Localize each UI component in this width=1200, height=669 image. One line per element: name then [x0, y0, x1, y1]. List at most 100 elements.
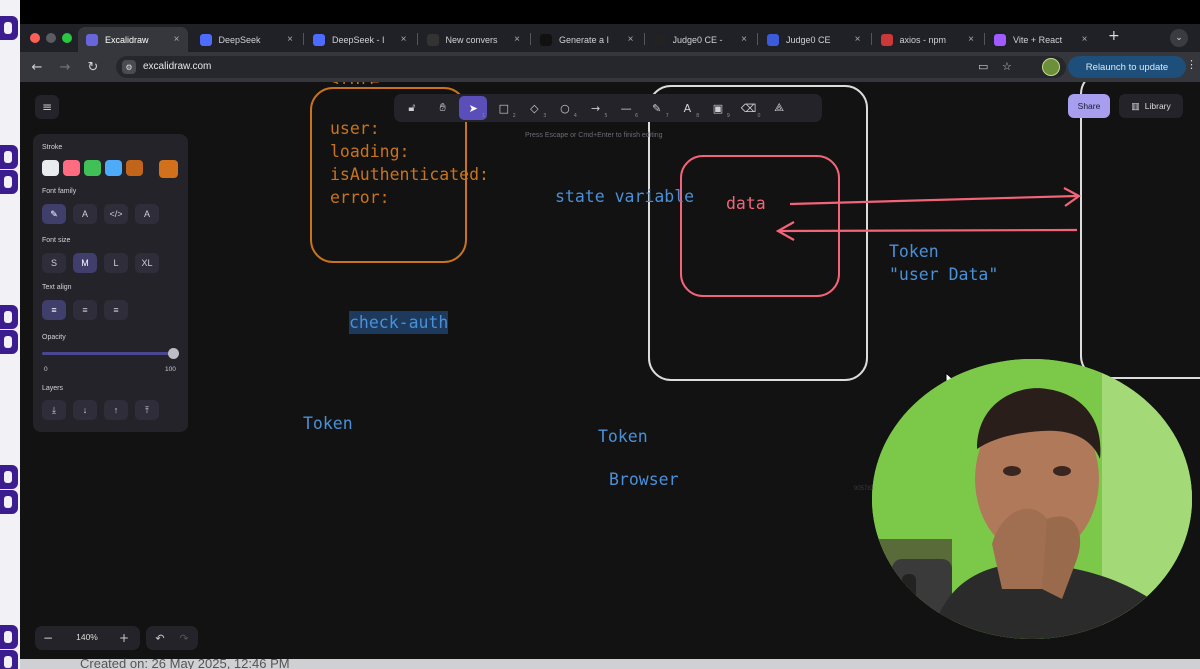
rectangle-tool[interactable]: □ 2 [490, 96, 518, 120]
tab-close-icon[interactable]: × [287, 34, 293, 45]
undo-button[interactable]: ↶ [150, 629, 170, 647]
tab-close-icon[interactable]: × [628, 34, 634, 45]
zoom-in-button[interactable]: + [115, 629, 133, 647]
zoom-out-button[interactable]: − [39, 629, 57, 647]
font-size-l[interactable]: L [104, 253, 128, 273]
address-bar[interactable]: ⚙ excalidraw.com ▭ ☆ [116, 56, 1066, 78]
opacity-slider-track[interactable] [42, 352, 173, 355]
tab-close-icon[interactable]: × [741, 34, 747, 45]
browser-menu-button[interactable]: ⋮ [1186, 58, 1197, 71]
redo-button[interactable]: ↷ [174, 629, 194, 647]
tab-2[interactable]: DeepSeek - I × [305, 27, 415, 52]
browser-text[interactable]: Browser [609, 468, 679, 491]
tab-close-icon[interactable]: × [174, 34, 180, 45]
eraser-tool-icon: ⌫ [740, 101, 757, 115]
minimize-window-button[interactable] [46, 33, 56, 43]
tab-1[interactable]: DeepSeek × [192, 27, 302, 52]
tab-separator [530, 33, 531, 45]
arrow-tool[interactable]: → 5 [582, 96, 610, 120]
tab-close-icon[interactable]: × [514, 34, 520, 45]
font-family-option-2[interactable]: </> [104, 204, 128, 224]
created-on-caption: Created on: 26 May 2025, 12:46 PM [80, 656, 290, 669]
font-size-m[interactable]: M [73, 253, 97, 273]
current-stroke-swatch[interactable] [159, 160, 178, 178]
cast-icon[interactable]: ▭ [978, 60, 988, 73]
tab-4[interactable]: Generate a I × [532, 27, 642, 52]
reload-button[interactable]: ↻ [84, 58, 102, 76]
stroke-color-swatch[interactable] [105, 160, 122, 176]
tab-8[interactable]: Vite + React × [986, 27, 1096, 52]
tab-0[interactable]: Excalidraw × [78, 27, 188, 52]
tab-search-button[interactable]: ⌄ [1170, 29, 1188, 47]
strip-mark [0, 625, 18, 649]
openai-icon [426, 33, 439, 46]
tab-close-icon[interactable]: × [968, 34, 974, 45]
diamond-tool[interactable]: ◇ 3 [520, 96, 548, 120]
response-arrow[interactable] [779, 228, 1078, 233]
tab-6[interactable]: Judge0 CE × [759, 27, 869, 52]
token-left-text[interactable]: Token [303, 412, 353, 435]
diamond-tool-icon: ◇ [530, 101, 539, 115]
profile-avatar[interactable] [1042, 58, 1060, 76]
font-family-option-0[interactable]: ✎ [42, 204, 66, 224]
layer-button-3[interactable]: ⤒ [135, 400, 159, 420]
tab-3[interactable]: New convers × [419, 27, 529, 52]
site-info-icon[interactable]: ⚙ [122, 60, 136, 74]
stroke-color-swatch[interactable] [63, 160, 80, 176]
text-align-option-2[interactable]: ≡ [104, 300, 128, 320]
share-button[interactable]: Share [1068, 94, 1110, 118]
store-title-text[interactable]: store [330, 82, 380, 84]
new-tab-button[interactable]: + [1108, 28, 1120, 44]
ellipse-tool[interactable]: ○ 4 [551, 96, 579, 120]
back-button[interactable]: ← [28, 58, 46, 76]
zoom-level[interactable]: 140% [67, 632, 107, 642]
more-tools[interactable]: ⟁ [765, 96, 793, 120]
line-tool[interactable]: —6 [612, 96, 640, 120]
library-button[interactable]: ▥ Library [1119, 94, 1183, 118]
store-fields-text[interactable]: user: loading: isAuthenticated: error: [330, 117, 489, 209]
stroke-color-swatch[interactable] [42, 160, 59, 176]
hand-tool[interactable]: ✋︎ [429, 96, 457, 120]
maximize-window-button[interactable] [62, 33, 72, 43]
token-center-text[interactable]: Token [598, 425, 648, 448]
main-menu-button[interactable]: ≡ [35, 95, 59, 119]
lock-tool[interactable]: 🔓︎ [398, 96, 426, 120]
data-text[interactable]: data [726, 192, 766, 215]
state-variable-text[interactable]: state variable [555, 185, 694, 208]
tab-close-icon[interactable]: × [855, 34, 861, 45]
server-box[interactable] [1080, 82, 1200, 379]
font-family-option-1[interactable]: A [73, 204, 97, 224]
font-size-s[interactable]: S [42, 253, 66, 273]
tab-close-icon[interactable]: × [401, 34, 407, 45]
tab-7[interactable]: axios - npm × [873, 27, 983, 52]
close-window-button[interactable] [30, 33, 40, 43]
layer-button-1[interactable]: ↓ [73, 400, 97, 420]
tab-5[interactable]: Judge0 CE - × [646, 27, 756, 52]
relaunch-to-update-button[interactable]: Relaunch to update [1068, 56, 1186, 78]
data-box[interactable] [680, 155, 840, 297]
request-arrow[interactable] [789, 194, 1078, 206]
dev-icon [540, 33, 552, 46]
bookmark-star-icon[interactable]: ☆ [1002, 60, 1012, 73]
layer-button-0[interactable]: ⤓ [42, 400, 66, 420]
tab-label: Excalidraw [105, 34, 149, 45]
image-tool[interactable]: ▣ 9 [704, 96, 732, 120]
text-align-option-1[interactable]: ≡ [73, 300, 97, 320]
text-align-option-0[interactable]: ≡ [42, 300, 66, 320]
tab-close-icon[interactable]: × [1082, 34, 1088, 45]
opacity-slider-thumb[interactable] [168, 348, 179, 359]
stroke-color-swatch[interactable] [126, 160, 143, 176]
layer-button-2[interactable]: ↑ [104, 400, 128, 420]
stroke-color-swatch[interactable] [84, 160, 101, 176]
font-size-xl[interactable]: XL [135, 253, 159, 273]
check-auth-text[interactable]: check-auth [349, 311, 449, 334]
forward-button[interactable]: → [56, 58, 74, 76]
eraser-tool[interactable]: ⌫ 0 [735, 96, 763, 120]
tab-strip: Excalidraw × DeepSeek × DeepSeek - I × New con… [20, 24, 1200, 52]
token-user-data-text[interactable]: Token "user Data" [889, 240, 998, 286]
selection-tool[interactable]: ➤ 1 [459, 96, 488, 120]
font-family-option-3[interactable]: A [135, 204, 159, 224]
font-size-label: Font size [42, 237, 71, 244]
pencil-tool[interactable]: ✎ 7 [643, 96, 671, 120]
text-tool[interactable]: A8 [673, 96, 701, 120]
